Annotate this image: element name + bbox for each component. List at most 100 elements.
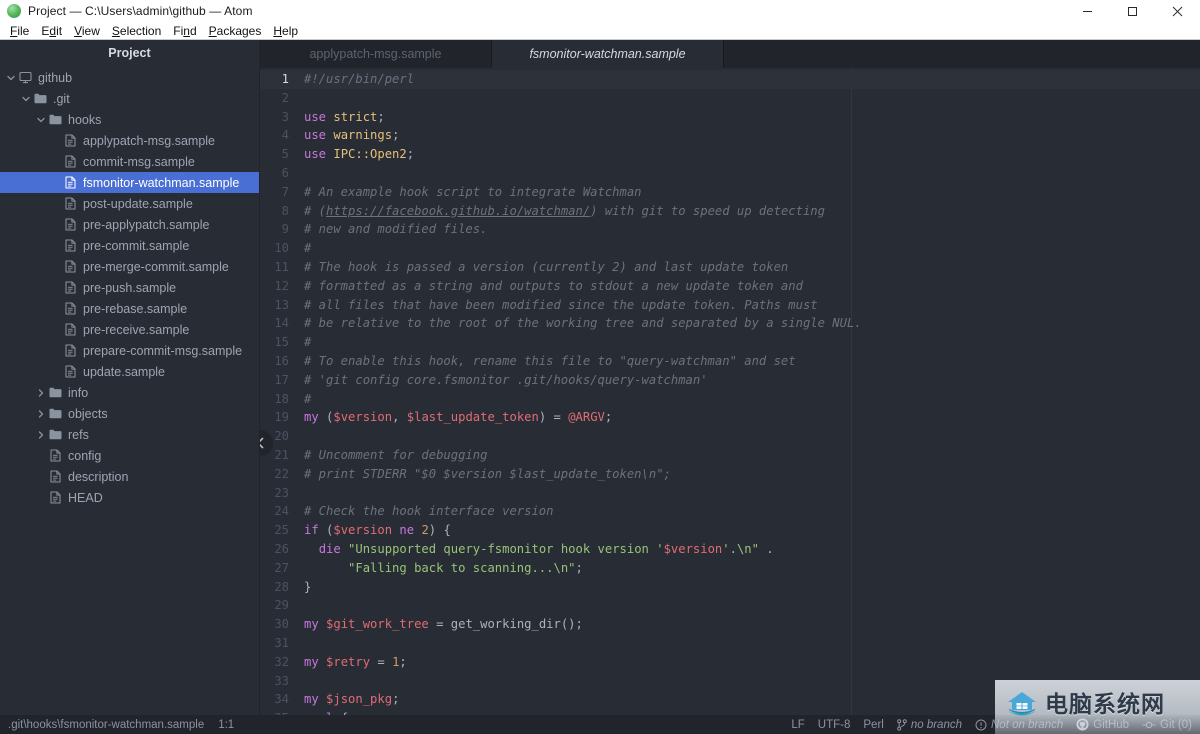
code-line-text: my $retry = 1; xyxy=(300,653,407,672)
chevron-down-icon[interactable] xyxy=(35,116,47,124)
line-number: 18 xyxy=(274,391,289,406)
tree-folder-item[interactable]: github xyxy=(0,67,259,88)
code-line[interactable]: 8 # (https://facebook.github.io/watchman/… xyxy=(260,202,1200,221)
tree-file-item[interactable]: commit-msg.sample xyxy=(0,151,259,172)
code-line[interactable]: 21 # Uncomment for debugging xyxy=(260,446,1200,465)
code-line-text: if ($version ne 2) { xyxy=(300,521,451,540)
tree-file-item[interactable]: pre-applypatch.sample xyxy=(0,214,259,235)
status-branch[interactable]: no branch xyxy=(897,719,962,731)
code-line[interactable]: 19 my ($version, $last_update_token) = @A… xyxy=(260,408,1200,427)
menu-selection[interactable]: Selection xyxy=(106,22,167,40)
code-token: # An example hook script to integrate Wa… xyxy=(304,184,642,199)
code-line[interactable]: 2 xyxy=(260,89,1200,108)
tree-file-item[interactable]: post-update.sample xyxy=(0,193,259,214)
tree-item-label: pre-receive.sample xyxy=(83,322,190,337)
tab-inactive[interactable]: applypatch-msg.sample xyxy=(260,40,492,68)
code-line[interactable]: 29 xyxy=(260,596,1200,615)
code-token: # Check the hook interface version xyxy=(304,504,554,519)
code-token: $retry xyxy=(326,654,371,669)
line-number: 26 xyxy=(274,541,289,556)
chevron-down-icon[interactable] xyxy=(20,95,32,103)
tree-file-item[interactable]: config xyxy=(0,445,259,466)
code-line[interactable]: 26 die "Unsupported query-fsmonitor hook… xyxy=(260,540,1200,559)
status-cursor-position[interactable]: 1:1 xyxy=(218,719,234,731)
tab-active[interactable]: fsmonitor-watchman.sample xyxy=(492,40,724,68)
menu-find[interactable]: Find xyxy=(167,22,202,40)
tree-file-item[interactable]: pre-commit.sample xyxy=(0,235,259,256)
status-grammar[interactable]: Perl xyxy=(863,719,883,731)
menu-help[interactable]: Help xyxy=(267,22,304,40)
chevron-right-icon[interactable] xyxy=(35,430,47,439)
code-line[interactable]: 18 # xyxy=(260,390,1200,409)
code-line[interactable]: 32 my $retry = 1; xyxy=(260,653,1200,672)
tree-file-item[interactable]: HEAD xyxy=(0,487,259,508)
code-line[interactable]: 10 # xyxy=(260,239,1200,258)
close-icon[interactable] xyxy=(1155,0,1200,22)
tree-file-item[interactable]: update.sample xyxy=(0,361,259,382)
code-line[interactable]: 4 use warnings; xyxy=(260,126,1200,145)
tree-folder-item[interactable]: hooks xyxy=(0,109,259,130)
status-diff[interactable]: Not on branch xyxy=(975,719,1063,731)
code-token: my xyxy=(304,654,319,669)
menu-file[interactable]: File xyxy=(4,22,35,40)
code-content[interactable]: 1 #!/usr/bin/perl 2 3 use strict; 4 use warnin… xyxy=(260,68,1200,715)
line-number: 23 xyxy=(274,485,289,500)
tree-folder-item[interactable]: refs xyxy=(0,424,259,445)
code-line[interactable]: 17 # 'git config core.fsmonitor .git/hook… xyxy=(260,371,1200,390)
code-line[interactable]: 12 # formatted as a string and outputs to… xyxy=(260,277,1200,296)
menu-packages[interactable]: Packages xyxy=(203,22,268,40)
editor-body[interactable]: 1 #!/usr/bin/perl 2 3 use strict; 4 use warnin… xyxy=(260,68,1200,715)
chevron-right-icon[interactable] xyxy=(35,388,47,397)
code-line[interactable]: 23 xyxy=(260,484,1200,503)
status-github[interactable]: GitHub xyxy=(1076,718,1129,731)
line-number: 5 xyxy=(281,147,289,162)
code-line[interactable]: 1 #!/usr/bin/perl xyxy=(260,70,1200,89)
code-line[interactable]: 27 "Falling back to scanning...\n"; xyxy=(260,559,1200,578)
tree-folder-item[interactable]: .git xyxy=(0,88,259,109)
code-line[interactable]: 5 use IPC::Open2; xyxy=(260,145,1200,164)
code-line[interactable]: 20 xyxy=(260,427,1200,446)
tree-folder-item[interactable]: info xyxy=(0,382,259,403)
code-line[interactable]: 13 # all files that have been modified si… xyxy=(260,296,1200,315)
code-token: ) = xyxy=(538,410,569,425)
code-line[interactable]: 14 # be relative to the root of the worki… xyxy=(260,314,1200,333)
chevron-right-icon[interactable] xyxy=(35,409,47,418)
tree-file-item[interactable]: fsmonitor-watchman.sample xyxy=(0,172,259,193)
code-line[interactable]: 30 my $git_work_tree = get_working_dir(); xyxy=(260,615,1200,634)
atom-logo-icon xyxy=(7,4,21,18)
code-line[interactable]: 9 # new and modified files. xyxy=(260,220,1200,239)
maximize-icon[interactable] xyxy=(1110,0,1155,22)
code-line[interactable]: 7 # An example hook script to integrate W… xyxy=(260,183,1200,202)
menu-edit[interactable]: Edit xyxy=(35,22,68,40)
code-line[interactable]: 28} xyxy=(260,578,1200,597)
code-line[interactable]: 25 if ($version ne 2) { xyxy=(260,521,1200,540)
status-line-ending[interactable]: LF xyxy=(791,719,804,731)
code-line[interactable]: 22 # print STDERR "$0 $version $last_upda… xyxy=(260,465,1200,484)
code-line[interactable]: 3 use strict; xyxy=(260,108,1200,127)
tree-file-item[interactable]: description xyxy=(0,466,259,487)
minimize-icon[interactable] xyxy=(1065,0,1110,22)
tree-item-label: post-update.sample xyxy=(83,196,193,211)
tree-file-item[interactable]: pre-rebase.sample xyxy=(0,298,259,319)
file-icon xyxy=(62,260,79,273)
code-line[interactable]: 31 xyxy=(260,634,1200,653)
tree-item-label: objects xyxy=(68,406,108,421)
status-encoding[interactable]: UTF-8 xyxy=(818,719,851,731)
code-line[interactable]: 16 # To enable this hook, rename this fil… xyxy=(260,352,1200,371)
tree-file-item[interactable]: pre-receive.sample xyxy=(0,319,259,340)
tree-folder-item[interactable]: objects xyxy=(0,403,259,424)
code-line[interactable]: 33 xyxy=(260,672,1200,691)
menu-view[interactable]: View xyxy=(68,22,106,40)
tree-file-item[interactable]: applypatch-msg.sample xyxy=(0,130,259,151)
tree-file-item[interactable]: pre-push.sample xyxy=(0,277,259,298)
tree-file-item[interactable]: prepare-commit-msg.sample xyxy=(0,340,259,361)
code-line[interactable]: 11 # The hook is passed a version (curren… xyxy=(260,258,1200,277)
code-line[interactable]: 24 # Check the hook interface version xyxy=(260,502,1200,521)
chevron-down-icon[interactable] xyxy=(5,74,17,82)
tree-file-item[interactable]: pre-merge-commit.sample xyxy=(0,256,259,277)
code-line[interactable]: 15 # xyxy=(260,333,1200,352)
code-line[interactable]: 6 xyxy=(260,164,1200,183)
status-file-path[interactable]: .git\hooks\fsmonitor-watchman.sample xyxy=(8,719,204,731)
status-git[interactable]: Git (0) xyxy=(1142,719,1192,731)
code-line[interactable]: 34 my $json_pkg; xyxy=(260,690,1200,709)
